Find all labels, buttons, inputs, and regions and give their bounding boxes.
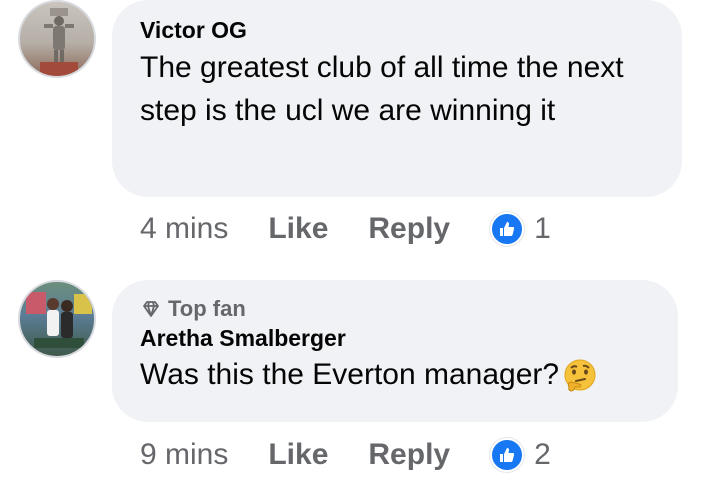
comment-author[interactable]: Aretha Smalberger xyxy=(140,323,650,353)
badge-label: Top fan xyxy=(168,296,246,321)
comment-timestamp[interactable]: 4 mins xyxy=(140,212,228,246)
comment-actions: 4 mins Like Reply 1 xyxy=(140,212,551,246)
comment-text: The greatest club of all time the next s… xyxy=(140,51,624,127)
diamond-icon xyxy=(143,301,159,317)
top-fan-badge: Top fan xyxy=(140,295,650,323)
reply-button[interactable]: Reply xyxy=(368,212,450,246)
comment-text-wrapper: Was this the Everton manager? xyxy=(140,353,650,396)
comment-author[interactable]: Victor OG xyxy=(140,15,654,45)
comment-bubble: Victor OG The greatest club of all time … xyxy=(112,0,682,197)
comment-actions: 9 mins Like Reply 2 xyxy=(140,438,551,472)
thumbs-up-icon xyxy=(490,212,525,246)
commenter-avatar[interactable] xyxy=(18,0,96,78)
reaction-count: 1 xyxy=(534,212,551,245)
thumbs-up-icon xyxy=(490,438,525,472)
reaction-summary[interactable]: 2 xyxy=(490,438,551,472)
like-button[interactable]: Like xyxy=(268,438,328,472)
thinking-face-emoji-icon xyxy=(564,359,596,392)
reaction-summary[interactable]: 1 xyxy=(490,212,551,246)
comment-timestamp[interactable]: 9 mins xyxy=(140,438,228,472)
comment-bubble: Top fan Aretha Smalberger Was this the E… xyxy=(112,280,678,422)
like-button[interactable]: Like xyxy=(268,212,328,246)
commenter-avatar[interactable] xyxy=(18,280,96,358)
reaction-count: 2 xyxy=(534,438,551,471)
reply-button[interactable]: Reply xyxy=(368,438,450,472)
comment-text: Was this the Everton manager? xyxy=(140,358,560,391)
